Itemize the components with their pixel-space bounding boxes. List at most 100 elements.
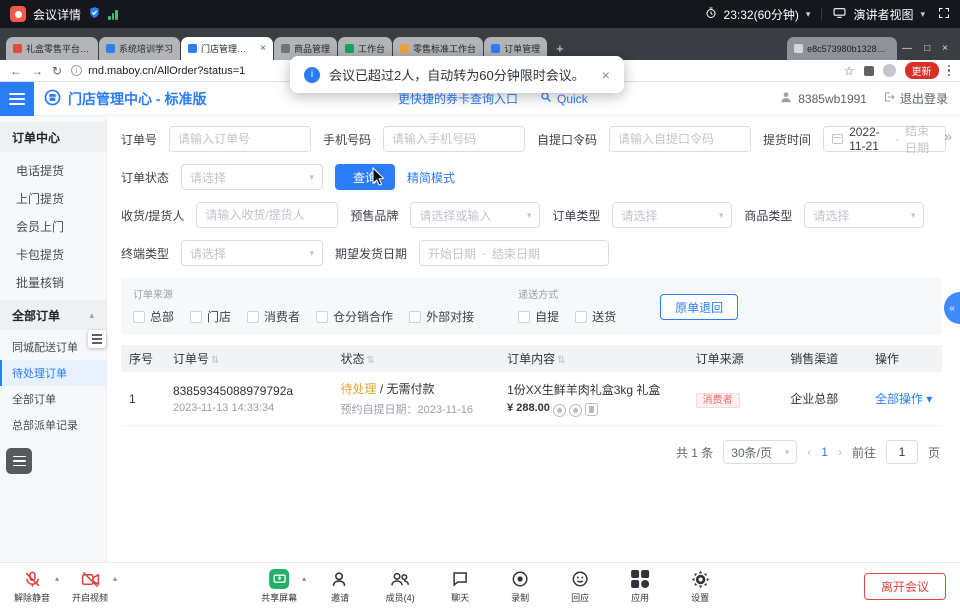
apps-button[interactable]: 应用	[623, 569, 657, 604]
window-maximize-icon[interactable]: □	[924, 43, 930, 54]
order-status-select[interactable]: 请选择 ▾	[181, 164, 323, 190]
meeting-panel-toggle[interactable]	[6, 448, 32, 474]
prev-page-icon[interactable]: ‹	[807, 445, 811, 459]
window-minimize-icon[interactable]: —	[902, 43, 912, 54]
checkbox-external[interactable]: 外部对接	[409, 308, 474, 325]
fullscreen-icon[interactable]	[938, 7, 950, 22]
checkbox-consumer[interactable]: 消费者	[247, 308, 300, 325]
checkbox-icon	[133, 311, 145, 323]
sidebar-item-batch-verify[interactable]: 批量核销	[0, 268, 106, 296]
sidebar-item-pending-orders[interactable]: 待处理订单	[0, 360, 106, 386]
sort-icon[interactable]: ⇅	[557, 355, 565, 366]
menu-hamburger-icon[interactable]	[0, 82, 34, 116]
meeting-details-button[interactable]: 会议详情	[33, 6, 81, 23]
filter-label: 订单类型	[552, 207, 600, 224]
cell-channel: 企业总部	[782, 372, 867, 426]
extensions-icon[interactable]	[864, 66, 874, 76]
chevron-up-icon[interactable]: ▴	[55, 574, 59, 583]
col-content[interactable]: 订单内容⇅	[499, 345, 688, 372]
col-channel: 销售渠道	[782, 345, 867, 372]
search-button[interactable]: 查询	[335, 164, 395, 190]
source-tag: 消费者	[696, 393, 740, 408]
expect-date-range[interactable]: 开始日期 - 结束日期	[419, 240, 609, 266]
goods-type-select[interactable]: 请选择 ▾	[804, 202, 924, 228]
sort-icon[interactable]: ⇅	[367, 355, 375, 366]
current-page[interactable]: 1	[821, 445, 828, 459]
leave-meeting-button[interactable]: 离开会议	[864, 573, 946, 600]
sort-icon[interactable]: ⇅	[211, 355, 219, 366]
browser-tab-active[interactable]: 门店管理中心×	[181, 37, 273, 60]
page-size-select[interactable]: 30条/页 ▾	[723, 440, 797, 464]
logout-button[interactable]: 退出登录	[883, 90, 948, 107]
receiver-input[interactable]	[196, 202, 338, 228]
sidebar-drag-handle[interactable]	[88, 330, 106, 348]
sidebar-section-all-orders[interactable]: 全部订单 ▴	[0, 300, 106, 330]
site-info-icon[interactable]: i	[71, 65, 82, 76]
reactions-button[interactable]: 回应	[563, 569, 597, 604]
checkbox-store[interactable]: 门店	[190, 308, 231, 325]
chevron-down-icon: ▾	[785, 447, 790, 458]
page-logo: 门店管理中心 - 标准版	[44, 89, 206, 109]
browser-tab[interactable]: e8c573980b1328a258fd2e6f	[787, 37, 897, 60]
presale-brand-select[interactable]: 请选择或输入 ▾	[410, 202, 540, 228]
chevron-up-icon[interactable]: ▴	[302, 574, 306, 583]
checkbox-self-pickup[interactable]: 自提	[518, 308, 559, 325]
timer-icon	[705, 7, 717, 22]
timer-chevron-down-icon[interactable]: ▾	[806, 9, 811, 20]
goto-page-input[interactable]	[886, 440, 918, 464]
browser-menu-icon[interactable]	[948, 65, 951, 77]
order-no-input[interactable]	[169, 126, 311, 152]
order-type-select[interactable]: 请选择 ▾	[612, 202, 732, 228]
sidebar-item-hq-dispatch-records[interactable]: 总部派单记录	[0, 412, 106, 438]
members-button[interactable]: 成员(4)	[383, 569, 417, 604]
sidebar-item-card-pickup[interactable]: 卡包提货	[0, 240, 106, 268]
sidebar-section-order-center[interactable]: 订单中心	[0, 122, 106, 152]
sidebar-item-door-pickup[interactable]: 上门提货	[0, 184, 106, 212]
user-account[interactable]: 8385wb1991	[779, 90, 867, 107]
simple-mode-link[interactable]: 精简模式	[407, 169, 455, 186]
checkbox-icon	[518, 311, 530, 323]
browser-tab[interactable]: 礼盒零售平台管理中心	[6, 37, 98, 60]
chat-button[interactable]: 聊天	[443, 569, 477, 604]
forward-icon[interactable]: →	[31, 64, 43, 78]
store-logo-icon	[44, 89, 61, 109]
view-chevron-down-icon[interactable]: ▾	[920, 9, 925, 20]
toast-close-icon[interactable]: ×	[602, 67, 610, 83]
terminal-type-select[interactable]: 请选择 ▾	[181, 240, 323, 266]
next-page-icon[interactable]: ›	[838, 445, 842, 459]
invite-button[interactable]: 邀请	[323, 569, 357, 604]
original-return-button[interactable]: 原单退回	[660, 294, 738, 320]
pickup-time-range[interactable]: 2022-11-21 - 结束日期	[823, 126, 946, 152]
share-screen-button[interactable]: 共享屏幕 ▴	[261, 569, 297, 604]
sidebar-item-phone-pickup[interactable]: 电话提货	[0, 156, 106, 184]
bookmark-star-icon[interactable]: ☆	[844, 64, 855, 78]
sidebar-item-member-visit[interactable]: 会员上门	[0, 212, 106, 240]
unmute-button[interactable]: 解除静音 ▴	[14, 569, 50, 604]
view-mode-button[interactable]: 演讲者视图	[853, 6, 913, 23]
quick-search[interactable]: Quick	[540, 91, 588, 106]
browser-tab[interactable]: 系统培训学习	[99, 37, 180, 60]
checkbox-delivery[interactable]: 送货	[575, 308, 616, 325]
phone-input[interactable]	[383, 126, 525, 152]
url-text: rnd.maboy.cn/AllOrder?status=1	[88, 65, 245, 77]
settings-button[interactable]: 设置	[683, 569, 717, 604]
all-actions-dropdown[interactable]: 全部操作 ▾	[875, 392, 932, 406]
chevron-up-icon[interactable]: ▴	[113, 574, 117, 583]
back-icon[interactable]: ←	[10, 64, 22, 78]
checkbox-hq[interactable]: 总部	[133, 308, 174, 325]
start-video-button[interactable]: 开启视频 ▴	[72, 569, 108, 604]
col-order-no[interactable]: 订单号⇅	[165, 345, 333, 372]
col-status[interactable]: 状态⇅	[333, 345, 500, 372]
tab-close-icon[interactable]: ×	[260, 43, 266, 54]
window-close-icon[interactable]: ×	[942, 43, 948, 54]
sidebar-item-all-orders[interactable]: 全部订单	[0, 386, 106, 412]
meeting-app-icon[interactable]	[10, 6, 26, 22]
reload-icon[interactable]: ↻	[52, 64, 62, 78]
meeting-toast: i 会议已超过2人，自动转为60分钟限时会议。 ×	[290, 56, 624, 93]
checkbox-distribution[interactable]: 仓分销合作	[316, 308, 393, 325]
pickup-code-input[interactable]	[609, 126, 751, 152]
record-button[interactable]: 录制	[503, 569, 537, 604]
collapse-filters-icon[interactable]: »	[944, 128, 952, 144]
chrome-update-button[interactable]: 更新	[905, 62, 939, 79]
browser-profile-avatar[interactable]	[883, 64, 896, 77]
